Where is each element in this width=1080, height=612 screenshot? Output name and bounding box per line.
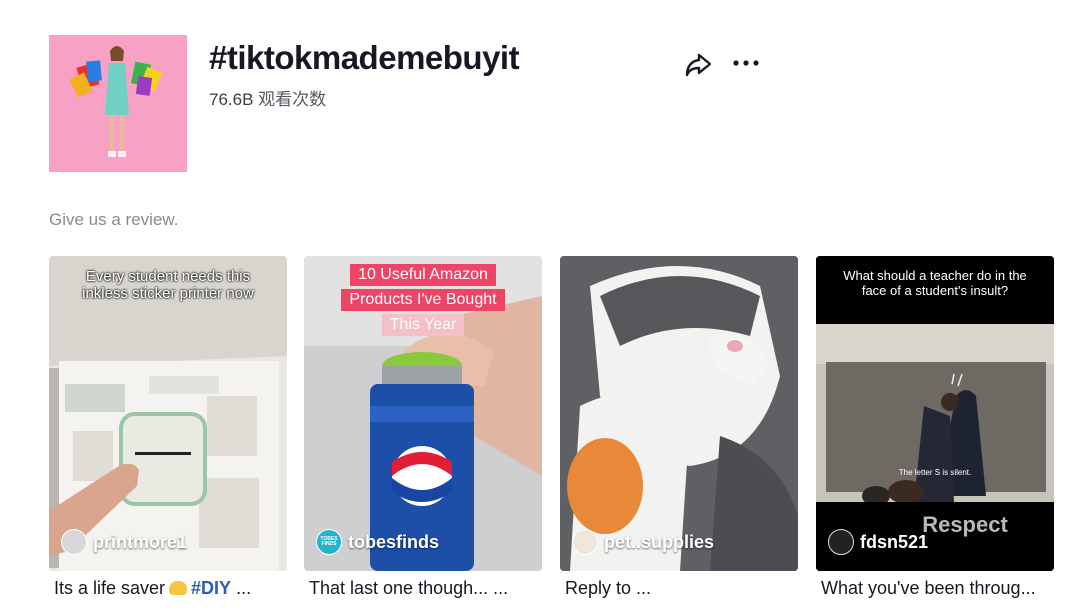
- author-name: fdsn521: [860, 531, 929, 552]
- author-name: printmore1: [93, 531, 188, 552]
- hashtag-link[interactable]: #DIY: [191, 578, 231, 598]
- video-card[interactable]: 10 Useful Amazon Products I've Bought Th…: [304, 256, 542, 612]
- video-overlay-text: What should a teacher do in the face of …: [843, 268, 1027, 298]
- video-caption[interactable]: What you've been throug...: [821, 578, 1057, 599]
- view-count: 76.6B 观看次数: [209, 85, 326, 110]
- hashtag-title: #tiktokmademebuyit: [209, 39, 520, 76]
- view-count-label: 观看次数: [258, 90, 327, 109]
- video-overlay-text: 10 Useful Amazon Products I've Bought Th…: [304, 264, 542, 336]
- share-button[interactable]: [683, 49, 713, 79]
- more-icon: [733, 60, 759, 66]
- video-thumbnail[interactable]: What should a teacher do in the face of …: [816, 256, 1054, 571]
- author-name: pet..supplies: [604, 531, 715, 552]
- video-card[interactable]: Every student needs this inkless sticker…: [49, 256, 287, 612]
- video-author[interactable]: TOBES FINDS tobesfinds: [316, 529, 439, 555]
- video-author[interactable]: fdsn521: [828, 529, 928, 555]
- video-thumbnail[interactable]: pet..supplies: [560, 256, 798, 571]
- author-avatar: [828, 529, 854, 555]
- author-avatar: [61, 529, 87, 555]
- emoji-icon: [169, 581, 188, 595]
- video-caption[interactable]: Its a life saver #DIY ...: [54, 578, 290, 599]
- view-count-number: 76.6B: [209, 90, 254, 109]
- hashtag-header: #tiktokmademebuyit 76.6B 观看次数: [49, 35, 1039, 172]
- video-thumbnail[interactable]: 10 Useful Amazon Products I've Bought Th…: [304, 256, 542, 571]
- video-overlay-text: Every student needs this inkless sticker…: [82, 268, 254, 303]
- video-caption[interactable]: That last one though... ...: [309, 578, 545, 599]
- caption-text: Its a life saver: [54, 578, 166, 598]
- hashtag-cover-image: [49, 35, 187, 172]
- video-thumbnail[interactable]: Every student needs this inkless sticker…: [49, 256, 287, 571]
- author-avatar: TOBES FINDS: [316, 529, 342, 555]
- video-caption[interactable]: Reply to ...: [565, 578, 801, 599]
- video-card[interactable]: What should a teacher do in the face of …: [816, 256, 1054, 612]
- video-card[interactable]: pet..supplies Reply to ...: [560, 256, 798, 612]
- video-subtitle: The letter S is silent.: [898, 468, 972, 477]
- hashtag-description: Give us a review.: [49, 210, 179, 229]
- video-grid: Every student needs this inkless sticker…: [49, 256, 1080, 612]
- video-author[interactable]: printmore1: [61, 529, 187, 555]
- caption-ellipsis: ...: [236, 578, 252, 598]
- author-avatar: [572, 529, 598, 555]
- more-options-button[interactable]: [731, 49, 761, 79]
- video-author[interactable]: pet..supplies: [572, 529, 714, 555]
- share-icon: [685, 53, 712, 77]
- author-name: tobesfinds: [348, 531, 440, 552]
